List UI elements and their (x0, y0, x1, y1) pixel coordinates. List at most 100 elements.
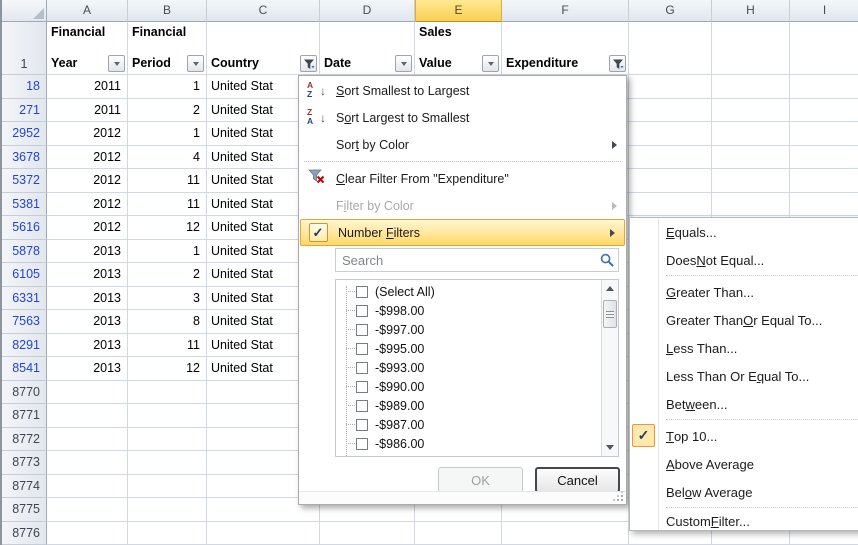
cell-A18[interactable]: 2011 (47, 75, 128, 99)
row-header-8771[interactable]: 8771 (2, 404, 47, 428)
scroll-down-icon[interactable] (603, 440, 617, 455)
menu-item-clear-filter-from-expenditure[interactable]: Clear Filter From "Expenditure" (299, 165, 626, 192)
submenu-item-below-average[interactable]: Below Average (630, 478, 858, 506)
cell-H3678[interactable] (712, 146, 790, 170)
header-cell-I[interactable] (790, 22, 858, 75)
cell-A8541[interactable]: 2013 (47, 357, 128, 381)
menu-item-number-filters[interactable]: ✓Number Filters (300, 219, 625, 246)
cell-A6331[interactable]: 2013 (47, 287, 128, 311)
cell-I271[interactable] (790, 99, 858, 123)
cell-G271[interactable] (629, 99, 712, 123)
cell-A6105[interactable]: 2013 (47, 263, 128, 287)
cell-B271[interactable]: 2 (128, 99, 207, 123)
column-header-E[interactable]: E (415, 0, 502, 22)
cell-A5616[interactable]: 2012 (47, 216, 128, 240)
filter-button-D[interactable] (395, 55, 412, 72)
row-header-8775[interactable]: 8775 (2, 498, 47, 522)
submenu-item-top-10[interactable]: ✓Top 10... (630, 422, 858, 450)
header-cell-D[interactable]: Date (320, 22, 415, 75)
scrollbar-thumb[interactable] (603, 300, 617, 328)
cell-B2952[interactable]: 1 (128, 122, 207, 146)
row-header-6105[interactable]: 6105 (2, 263, 47, 287)
cell-B5878[interactable]: 1 (128, 240, 207, 264)
column-header-D[interactable]: D (320, 0, 415, 22)
cell-G5381[interactable] (629, 193, 712, 217)
cell-B8291[interactable]: 11 (128, 334, 207, 358)
row-header-7563[interactable]: 7563 (2, 310, 47, 334)
cell-B5381[interactable]: 11 (128, 193, 207, 217)
cell-D8776[interactable] (320, 522, 415, 545)
value-item[interactable]: (Select All) (336, 282, 600, 301)
value-item-partial[interactable] (336, 453, 600, 457)
submenu-item-equals[interactable]: Equals... (630, 218, 858, 246)
checkbox-unchecked[interactable] (356, 324, 368, 336)
filter-button-A[interactable] (108, 55, 125, 72)
cell-A8772[interactable] (47, 428, 128, 452)
submenu-item-between[interactable]: Between... (630, 390, 858, 418)
menu-item-sort-by-color[interactable]: Sort by Color (299, 131, 626, 158)
column-header-F[interactable]: F (502, 0, 629, 22)
cancel-button[interactable]: Cancel (535, 467, 620, 493)
cell-I2952[interactable] (790, 122, 858, 146)
cell-B3678[interactable]: 4 (128, 146, 207, 170)
cell-A3678[interactable]: 2012 (47, 146, 128, 170)
submenu-item-less-than[interactable]: Less Than... (630, 334, 858, 362)
cell-A8770[interactable] (47, 381, 128, 405)
value-item[interactable]: -$987.00 (336, 415, 600, 434)
cell-B5616[interactable]: 12 (128, 216, 207, 240)
cell-I5372[interactable] (790, 169, 858, 193)
search-input[interactable] (335, 248, 619, 272)
cell-B8773[interactable] (128, 451, 207, 475)
filter-button-C[interactable] (300, 55, 317, 72)
cell-B8774[interactable] (128, 475, 207, 499)
header-cell-A[interactable]: FinancialYear (47, 22, 128, 75)
cell-I18[interactable] (790, 75, 858, 99)
submenu-item-custom-filter[interactable]: Custom Filter... (630, 510, 858, 532)
cell-E8776[interactable] (415, 522, 502, 545)
filter-button-F[interactable] (609, 55, 626, 72)
value-item[interactable]: -$995.00 (336, 339, 600, 358)
row-header-8772[interactable]: 8772 (2, 428, 47, 452)
menu-item-filter-by-color[interactable]: Filter by Color (299, 192, 626, 219)
submenu-item-does-not-equal[interactable]: Does Not Equal... (630, 246, 858, 274)
row-header-6331[interactable]: 6331 (2, 287, 47, 311)
cell-A5381[interactable]: 2012 (47, 193, 128, 217)
column-header-B[interactable]: B (128, 0, 207, 22)
cell-G5372[interactable] (629, 169, 712, 193)
cell-A8774[interactable] (47, 475, 128, 499)
row-header-2952[interactable]: 2952 (2, 122, 47, 146)
menu-item-sort-smallest-to-largest[interactable]: AZ↓Sort Smallest to Largest (299, 77, 626, 104)
row-header-271[interactable]: 271 (2, 99, 47, 123)
row-header-5372[interactable]: 5372 (2, 169, 47, 193)
checkbox-unchecked[interactable] (356, 305, 368, 317)
cell-F8776[interactable] (502, 522, 629, 545)
submenu-item-greater-than[interactable]: Greater Than... (630, 278, 858, 306)
submenu-item-above-average[interactable]: Above Average (630, 450, 858, 478)
cell-B8776[interactable] (128, 522, 207, 545)
checkbox-unchecked[interactable] (356, 381, 368, 393)
checkbox-unchecked[interactable] (356, 400, 368, 412)
cell-A8776[interactable] (47, 522, 128, 545)
header-cell-C[interactable]: Country (207, 22, 320, 75)
scroll-up-icon[interactable] (603, 281, 617, 296)
cell-A271[interactable]: 2011 (47, 99, 128, 123)
submenu-item-less-than-or-equal-to[interactable]: Less Than Or Equal To... (630, 362, 858, 390)
column-header-H[interactable]: H (712, 0, 790, 22)
cell-H2952[interactable] (712, 122, 790, 146)
column-header-A[interactable]: A (47, 0, 128, 22)
select-all-corner[interactable] (2, 0, 47, 22)
header-cell-H[interactable] (712, 22, 790, 75)
resize-grip-icon[interactable] (611, 489, 623, 501)
row-header-8773[interactable]: 8773 (2, 451, 47, 475)
row-header-8776[interactable]: 8776 (2, 522, 47, 545)
cell-G3678[interactable] (629, 146, 712, 170)
cell-A8291[interactable]: 2013 (47, 334, 128, 358)
value-item[interactable]: -$998.00 (336, 301, 600, 320)
value-item[interactable]: -$993.00 (336, 358, 600, 377)
row-header-3678[interactable]: 3678 (2, 146, 47, 170)
column-header-C[interactable]: C (207, 0, 320, 22)
cell-B8775[interactable] (128, 498, 207, 522)
row-header-8770[interactable]: 8770 (2, 381, 47, 405)
cell-I5381[interactable] (790, 193, 858, 217)
value-item[interactable]: -$989.00 (336, 396, 600, 415)
